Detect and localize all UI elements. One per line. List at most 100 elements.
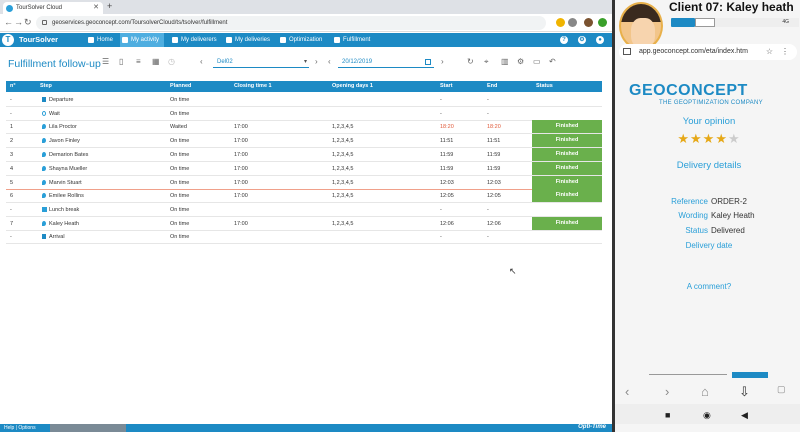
new-tab-icon[interactable]: + bbox=[107, 1, 112, 11]
gear-icon[interactable]: ⚙ bbox=[517, 57, 524, 66]
lock-icon bbox=[42, 20, 47, 25]
app-navbar: T TourSolver Home My activity My deliver… bbox=[0, 33, 612, 47]
clock-icon[interactable]: ◷ bbox=[168, 57, 175, 66]
extension-green-icon[interactable] bbox=[598, 18, 607, 27]
filter-icon[interactable]: ☰ bbox=[102, 57, 109, 66]
user-icon[interactable]: ● bbox=[596, 36, 604, 44]
status-badge: Finished bbox=[532, 217, 602, 230]
submit-button[interactable] bbox=[732, 372, 768, 378]
opinion-label: Your opinion bbox=[682, 116, 736, 127]
location-icon[interactable]: ⌖ bbox=[484, 57, 489, 67]
reload-icon[interactable]: ↻ bbox=[24, 17, 32, 28]
mouse-cursor-icon: ↖ bbox=[509, 266, 517, 276]
flag-icon bbox=[42, 97, 46, 102]
android-home-icon[interactable]: ◉ bbox=[703, 410, 711, 421]
star-filled-icon[interactable]: ★ bbox=[690, 131, 703, 146]
pin-icon bbox=[42, 138, 46, 143]
fulfillment-icon bbox=[334, 37, 340, 43]
nav-fulfillment[interactable]: Fulfillment bbox=[332, 33, 382, 47]
comment-input[interactable] bbox=[649, 374, 727, 378]
browser-tab-bar: TourSolver Cloud ✕ + bbox=[0, 0, 612, 14]
table-row[interactable]: - Departure On time - - bbox=[6, 93, 602, 107]
nav-optimization[interactable]: Optimization bbox=[278, 33, 328, 47]
star-icon[interactable]: ☆ bbox=[766, 44, 773, 60]
star-empty-icon[interactable]: ★ bbox=[728, 131, 741, 146]
phone-back-icon[interactable]: ‹ bbox=[625, 384, 629, 399]
table-row[interactable]: 6 Emilee Rollins On time 17:00 1,2,3,4,5… bbox=[6, 189, 602, 203]
grid-view-icon[interactable]: ▦ bbox=[152, 57, 160, 66]
settings-icon[interactable]: ⚙ bbox=[578, 36, 586, 44]
table-row[interactable]: - Wait On time - - bbox=[6, 107, 602, 121]
star-icon[interactable] bbox=[556, 18, 565, 27]
optimization-icon bbox=[280, 37, 286, 43]
table-row[interactable]: 4 Shayna Mueller On time 17:00 1,2,3,4,5… bbox=[6, 162, 602, 176]
col-start: Start bbox=[440, 83, 453, 89]
status-bar-segment bbox=[50, 424, 126, 432]
help-icon[interactable]: ? bbox=[560, 36, 568, 44]
columns-icon[interactable]: ▥ bbox=[501, 57, 509, 66]
pin-icon bbox=[42, 180, 46, 185]
recents-icon[interactable]: ■ bbox=[665, 410, 670, 420]
app-brand: TourSolver bbox=[19, 35, 59, 44]
forward-icon[interactable]: → bbox=[14, 17, 23, 27]
nav-my-activity[interactable]: My activity bbox=[120, 33, 164, 47]
date-field[interactable]: 20/12/2019 bbox=[338, 57, 434, 68]
menu-icon[interactable]: ⋮ bbox=[781, 44, 789, 60]
nav-home[interactable]: Home bbox=[86, 33, 120, 47]
browser-tab[interactable]: TourSolver Cloud ✕ bbox=[3, 2, 103, 14]
pin-icon bbox=[42, 166, 46, 171]
help-options-link[interactable]: Help | Options bbox=[4, 425, 36, 431]
next-date-icon[interactable]: › bbox=[441, 57, 444, 66]
table-row[interactable]: 2 Javon Finley On time 17:00 1,2,3,4,5 1… bbox=[6, 134, 602, 148]
delivery-date-label: Delivery date bbox=[685, 241, 733, 250]
table-row[interactable]: 5 Marvin Stuart On time 17:00 1,2,3,4,5 … bbox=[6, 176, 602, 190]
window-control[interactable] bbox=[671, 18, 695, 27]
col-end: End bbox=[487, 83, 498, 89]
star-filled-icon[interactable]: ★ bbox=[703, 131, 716, 146]
map-view-icon[interactable]: ▯ bbox=[119, 57, 123, 66]
logo-tagline: THE GEOPTIMIZATION COMPANY bbox=[659, 100, 763, 106]
star-filled-icon[interactable]: ★ bbox=[715, 131, 728, 146]
prev-date-icon[interactable]: ‹ bbox=[328, 57, 331, 66]
android-back-icon[interactable]: ◀ bbox=[741, 410, 748, 421]
calendar-icon[interactable] bbox=[425, 59, 431, 65]
status-bar: Help | Options Opti-Time bbox=[0, 424, 612, 432]
phone-url-bar[interactable]: app.geoconcept.com/eta/index.htm ☆ ⋮ bbox=[619, 44, 797, 60]
table-row[interactable]: 1 Lila Proctor Waited 17:00 1,2,3,4,5 18… bbox=[6, 120, 602, 134]
home-icon bbox=[88, 37, 94, 43]
undo-icon[interactable]: ↶ bbox=[549, 57, 556, 66]
col-days: Opening days 1 bbox=[332, 83, 373, 89]
network-indicator: 4G bbox=[782, 19, 789, 25]
prev-deliverer-icon[interactable]: ‹ bbox=[200, 57, 203, 66]
url-field[interactable]: geoservices.geoconcept.com/ToursolverClo… bbox=[36, 16, 546, 30]
refresh-icon[interactable]: ↻ bbox=[467, 57, 474, 66]
next-deliverer-icon[interactable]: › bbox=[315, 57, 318, 66]
extension-icon[interactable] bbox=[568, 18, 577, 27]
client-title: Client 07: Kaley heath bbox=[669, 0, 794, 14]
profile-avatar-icon[interactable] bbox=[584, 18, 593, 27]
download-icon[interactable]: ⇩ bbox=[739, 384, 750, 400]
back-icon[interactable]: ← bbox=[4, 17, 13, 27]
col-step: Step bbox=[40, 83, 52, 89]
table-row[interactable]: 7 Kaley Heath On time 17:00 1,2,3,4,5 12… bbox=[6, 217, 602, 231]
comment-link[interactable]: A comment? bbox=[615, 282, 800, 291]
tab-title: TourSolver Cloud bbox=[16, 5, 63, 11]
phone-forward-icon[interactable]: › bbox=[665, 384, 669, 399]
deliverer-select[interactable]: Del02 ▾ bbox=[213, 57, 309, 68]
table-row[interactable]: 3 Demarion Bates On time 17:00 1,2,3,4,5… bbox=[6, 148, 602, 162]
star-filled-icon[interactable]: ★ bbox=[677, 131, 690, 146]
tabs-icon[interactable]: ▢ bbox=[777, 384, 786, 395]
list-view-icon[interactable]: ≡ bbox=[136, 57, 141, 66]
close-tab-icon[interactable]: ✕ bbox=[93, 2, 99, 14]
table-row[interactable]: - Arrival On time - - bbox=[6, 230, 602, 244]
toursolver-logo-icon: T bbox=[2, 34, 14, 46]
fork-knife-icon bbox=[42, 207, 47, 212]
nav-my-deliveries[interactable]: My deliveries bbox=[224, 33, 274, 47]
table-row[interactable]: - Lunch break On time - - bbox=[6, 203, 602, 217]
window-control-secondary[interactable] bbox=[695, 18, 715, 27]
video-icon[interactable]: ▭ bbox=[533, 57, 541, 66]
nav-my-deliverers[interactable]: My deliverers bbox=[170, 33, 220, 47]
phone-home-icon[interactable]: ⌂ bbox=[701, 384, 709, 399]
home-icon[interactable] bbox=[623, 48, 631, 55]
rating-stars[interactable]: ★★★★★ bbox=[615, 131, 800, 147]
